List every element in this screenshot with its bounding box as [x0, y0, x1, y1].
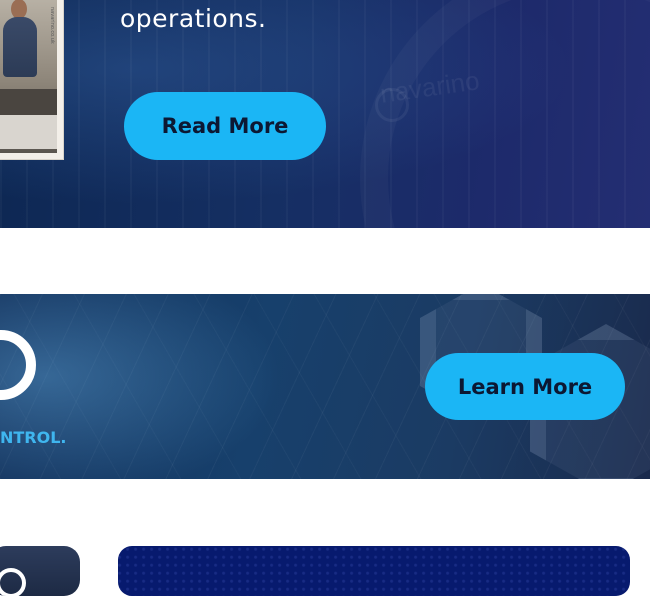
- photo-scene: navarino.co.uk: [0, 0, 57, 153]
- photo-counter: [0, 115, 57, 149]
- hero-photo: navarino.co.uk: [0, 0, 64, 160]
- photo-caption: navarino.co.uk: [49, 7, 55, 44]
- hero-section: navarino navarino.co.uk operations.: [0, 0, 650, 228]
- card-right[interactable]: [118, 546, 630, 596]
- photo-desk: [0, 89, 57, 115]
- read-more-button[interactable]: Read More: [124, 92, 326, 160]
- banner-glow: [0, 294, 300, 479]
- person-figure: [3, 17, 37, 77]
- banner-logo-text: NTROL.: [0, 428, 67, 447]
- hero-text: operations.: [120, 4, 267, 33]
- learn-more-button[interactable]: Learn More: [425, 353, 625, 420]
- card-left[interactable]: [0, 546, 80, 596]
- card-dot-pattern: [118, 546, 630, 596]
- logo-ring-icon: [0, 568, 26, 596]
